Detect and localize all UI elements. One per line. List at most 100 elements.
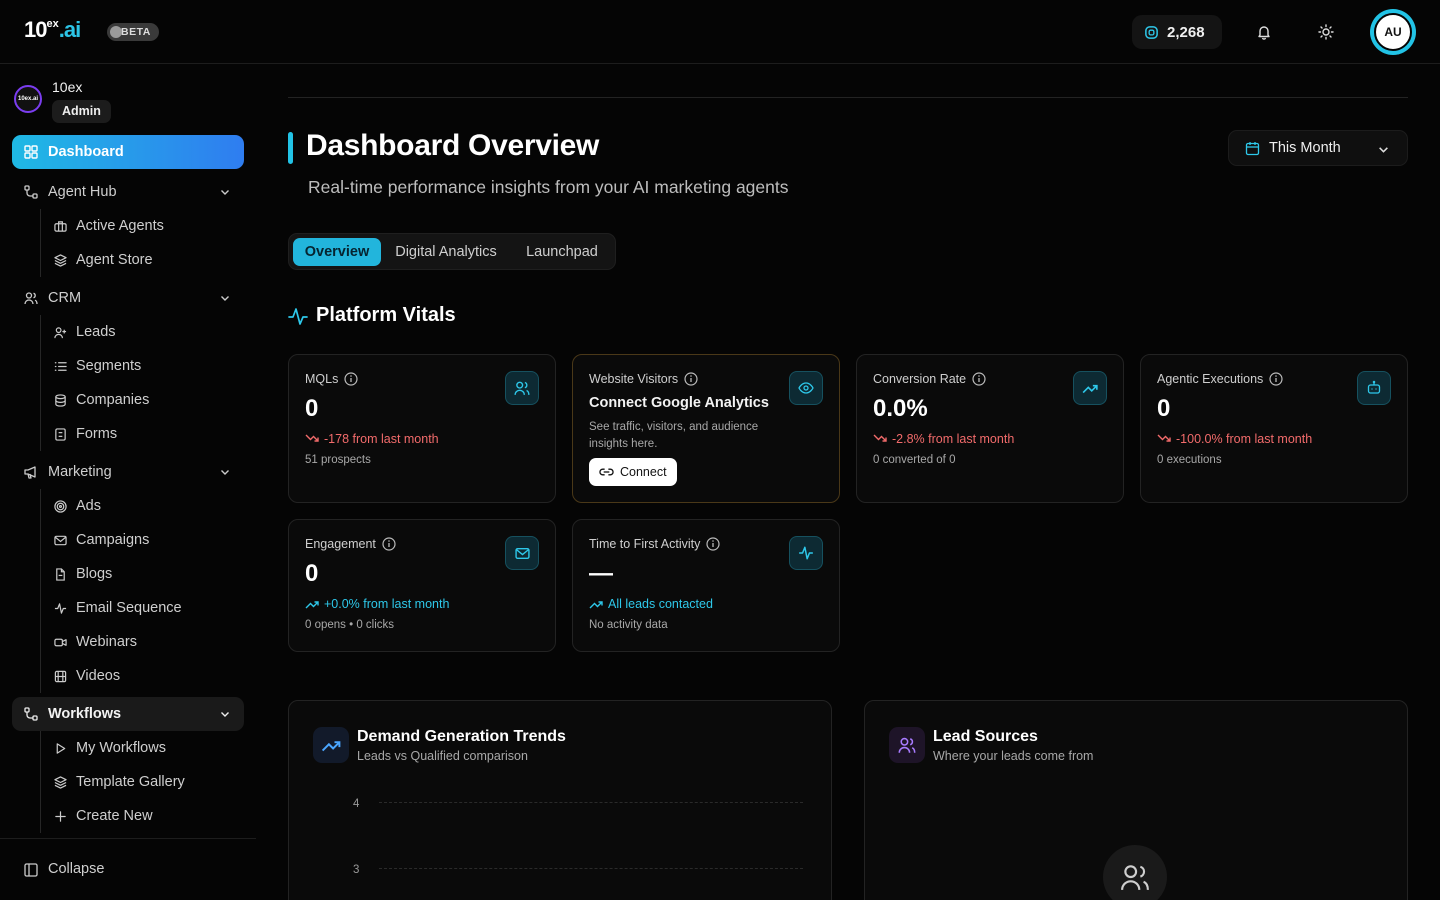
sidebar-item-create-new[interactable]: Create New [41,799,244,833]
panel-badge [313,727,349,763]
info-icon[interactable] [706,537,720,551]
target-icon [54,500,67,513]
sidebar-item-videos[interactable]: Videos [41,659,244,693]
sidebar-item-template-gallery[interactable]: Template Gallery [41,765,244,799]
info-icon[interactable] [382,537,396,551]
sidebar-item-agent-store[interactable]: Agent Store [41,243,244,277]
brand-logo[interactable]: 10 ex .ai [24,17,81,43]
chevron-down-icon [221,190,229,195]
sidebar-item-label: Workflows [48,706,122,722]
sidebar-item-ads[interactable]: Ads [41,489,244,523]
notifications-button[interactable] [1253,21,1275,43]
sidebar-item-forms[interactable]: Forms [41,417,244,451]
org-logo: 10ex.ai [14,85,42,113]
card-delta-text: All leads contacted [608,597,713,611]
sidebar-item-campaigns[interactable]: Campaigns [41,523,244,557]
card-title: Conversion Rate [873,372,986,386]
panel-subtitle: Leads vs Qualified comparison [357,749,528,763]
sidebar-item-leads[interactable]: Leads [41,315,244,349]
chevron-down-icon [1379,147,1388,153]
info-icon[interactable] [684,372,698,386]
card-value: 0 [1157,395,1171,422]
users-icon [24,292,38,305]
info-icon[interactable] [972,372,986,386]
info-icon[interactable] [1269,372,1283,386]
link-icon [599,468,614,476]
sidebar-item-active-agents[interactable]: Active Agents [41,209,244,243]
user-avatar[interactable]: AU [1370,9,1416,55]
card-delta-text: -100.0% from last month [1176,432,1313,446]
sun-icon [1318,24,1334,40]
card-delta: -100.0% from last month [1157,432,1312,446]
tab-overview[interactable]: Overview [293,238,381,266]
activity-icon [54,603,67,614]
view-tabs: Overview Digital Analytics Launchpad [288,233,616,270]
sidebar-nav: Dashboard Agent Hub Active Agents Agent … [12,135,244,833]
tab-digital-analytics[interactable]: Digital Analytics [385,238,507,266]
credits-button[interactable]: 2,268 [1132,15,1222,49]
sidebar-item-label: Email Sequence [76,600,182,616]
workflows-submenu: My Workflows Template Gallery Create New [40,731,244,833]
connect-ga-description: See traffic, visitors, and audience insi… [589,421,759,450]
panel-title: Demand Generation Trends [357,728,566,745]
sidebar-item-blogs[interactable]: Blogs [41,557,244,591]
avatar-initials: AU [1374,13,1412,51]
sidebar-item-crm[interactable]: CRM [12,281,244,315]
card-badge [505,536,539,570]
period-select[interactable]: This Month [1228,130,1408,166]
robot-icon [1367,380,1381,394]
panel-badge [889,727,925,763]
card-note: 0 converted of 0 [873,454,956,466]
sidebar-item-workflows[interactable]: Workflows [12,697,244,731]
conversion-rate-card: Conversion Rate 0.0% -2.8% from last mon… [856,354,1124,503]
sidebar-item-label: Companies [76,392,150,408]
video-camera-icon [54,638,67,647]
sidebar-item-label: Marketing [48,464,112,480]
bell-icon [1258,26,1270,40]
logo-sup-text: ex [46,18,59,30]
sidebar-item-my-workflows[interactable]: My Workflows [41,731,244,765]
card-delta: -178 from last month [305,432,439,446]
sidebar-item-segments[interactable]: Segments [41,349,244,383]
period-value: This Month [1269,140,1341,156]
trend-up-icon [321,741,341,752]
trend-up-icon [305,601,319,609]
users-icon [1121,865,1149,890]
logo-suffix-text: .ai [58,17,81,42]
chevron-down-icon [221,296,229,301]
sidebar-item-email-sequence[interactable]: Email Sequence [41,591,244,625]
tab-launchpad[interactable]: Launchpad [513,238,611,266]
mail-icon [514,547,530,559]
org-name: 10ex [52,79,83,95]
sidebar-item-companies[interactable]: Companies [41,383,244,417]
user-plus-icon [54,327,67,339]
card-note: 0 executions [1157,454,1222,466]
theme-toggle-button[interactable] [1315,21,1337,43]
card-delta: -2.8% from last month [873,432,1014,446]
sidebar-item-agent-hub[interactable]: Agent Hub [12,175,244,209]
panel-title: Lead Sources [933,728,1038,745]
time-to-first-activity-card: Time to First Activity — All leads conta… [572,519,840,652]
mail-icon [54,535,67,546]
sidebar-item-marketing[interactable]: Marketing [12,455,244,489]
beta-badge: BETA [107,23,159,41]
card-title-text: Website Visitors [589,372,679,386]
info-icon[interactable] [344,372,358,386]
sidebar-item-webinars[interactable]: Webinars [41,625,244,659]
sidebar-item-dashboard[interactable]: Dashboard [12,135,244,169]
sidebar-collapse-button[interactable]: Collapse [0,838,256,900]
section-title: Platform Vitals [316,304,456,326]
calendar-icon [1245,142,1260,156]
card-title-text: Time to First Activity [589,537,701,551]
card-badge [505,371,539,405]
logo-main-text: 10 [24,17,48,42]
sidebar-item-label: Create New [76,808,153,824]
sidebar-item-label: Dashboard [48,144,124,160]
card-value: 0 [305,395,319,422]
engagement-card: Engagement 0 +0.0% from last month 0 ope… [288,519,556,652]
lead-sources-panel: Lead Sources Where your leads come from [864,700,1408,900]
card-delta-text: -178 from last month [324,432,439,446]
connect-button[interactable]: Connect [589,458,677,486]
film-icon [54,670,67,683]
sidebar-item-label: Campaigns [76,532,150,548]
